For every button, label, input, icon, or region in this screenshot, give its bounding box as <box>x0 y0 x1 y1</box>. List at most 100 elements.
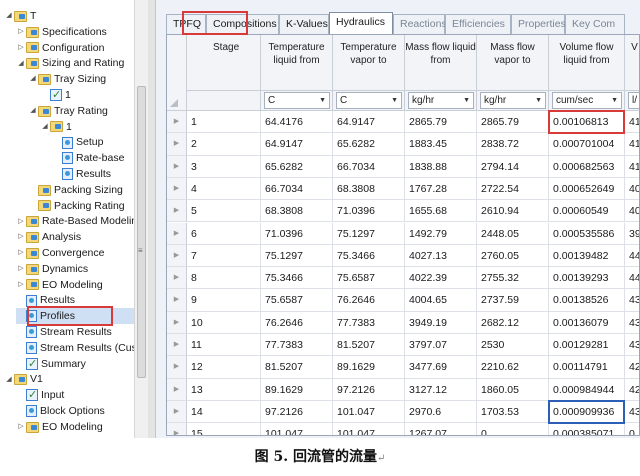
table-cell[interactable]: 1703.53 <box>477 400 549 424</box>
row-selector[interactable]: ▶ <box>167 133 187 156</box>
table-cell[interactable]: 2760.05 <box>477 244 549 268</box>
table-cell[interactable]: 3797.07 <box>405 334 477 357</box>
collapse-arrow-icon[interactable]: ◢ <box>4 8 14 24</box>
column-header[interactable]: V <box>625 35 639 91</box>
chevron-down-icon[interactable]: ▼ <box>463 93 470 108</box>
table-cell[interactable]: 2210.62 <box>477 356 549 379</box>
table-cell[interactable]: 4027.13 <box>405 244 477 268</box>
column-header[interactable]: Volume flow liquid from <box>549 35 625 91</box>
table-cell[interactable]: 75.6587 <box>261 289 333 312</box>
tab-hydraulics[interactable]: Hydraulics <box>329 12 393 34</box>
units-dropdown[interactable]: l/ <box>628 92 639 109</box>
tree-item[interactable]: Input <box>16 387 134 403</box>
column-header[interactable]: Mass flow liquid from <box>405 35 477 91</box>
units-dropdown[interactable]: cum/sec ▼ <box>552 92 622 109</box>
table-cell[interactable]: 1767.28 <box>405 177 477 201</box>
table-cell[interactable]: 68.3808 <box>261 200 333 223</box>
table-cell[interactable]: 2755.32 <box>477 267 549 290</box>
expand-arrow-icon[interactable]: ▷ <box>16 419 26 435</box>
tab-properties[interactable]: Properties <box>511 14 566 34</box>
table-cell[interactable]: 76.2646 <box>333 289 405 312</box>
units-dropdown[interactable]: C ▼ <box>336 92 402 109</box>
column-header[interactable]: Temperature vapor to <box>333 35 405 91</box>
table-cell[interactable]: 81.5207 <box>333 334 405 357</box>
table-cell[interactable]: 0.000682563 <box>549 155 625 178</box>
table-cell[interactable]: 1267.07 <box>405 423 477 435</box>
table-cell[interactable]: 2682.12 <box>477 311 549 334</box>
tree-item[interactable]: Results <box>52 166 134 182</box>
tree-item[interactable]: Stream Results (Cus <box>16 340 137 356</box>
expand-arrow-icon[interactable]: ▷ <box>16 40 26 56</box>
tab-efficiencies[interactable]: Efficiencies <box>445 14 511 34</box>
tree-item[interactable]: ◢ Tray Rating <box>28 103 134 119</box>
expand-arrow-icon[interactable]: ▷ <box>16 245 26 261</box>
units-dropdown[interactable]: kg/hr ▼ <box>408 92 474 109</box>
table-cell[interactable]: 0 <box>477 423 549 435</box>
collapse-arrow-icon[interactable]: ◢ <box>4 372 14 388</box>
tree-item[interactable]: Summary <box>16 356 134 372</box>
column-header[interactable]: Temperature liquid from <box>261 35 333 91</box>
collapse-arrow-icon[interactable]: ◢ <box>28 71 38 87</box>
pane-splitter[interactable] <box>148 0 156 438</box>
table-cell[interactable]: 2970.6 <box>405 400 477 424</box>
tree-item[interactable]: ▷ Configuration <box>16 40 134 56</box>
tree-item[interactable]: Setup <box>52 134 134 150</box>
table-cell[interactable]: 1883.45 <box>405 133 477 156</box>
table-cell[interactable]: 75.3466 <box>261 267 333 290</box>
row-selector[interactable]: ▶ <box>167 400 187 424</box>
row-selector[interactable]: ▶ <box>167 222 187 245</box>
tree-item[interactable]: ▷ Dynamics <box>16 261 134 277</box>
row-selector[interactable]: ▶ <box>167 111 187 134</box>
table-cell[interactable]: 3477.69 <box>405 356 477 379</box>
table-cell[interactable]: 75.3466 <box>333 244 405 268</box>
table-cell[interactable]: 64.9147 <box>261 133 333 156</box>
tree-item[interactable]: ▷ Specifications <box>16 24 134 40</box>
row-selector[interactable]: ▶ <box>167 177 187 201</box>
table-cell[interactable]: 0.00138526 <box>549 289 625 312</box>
table-cell[interactable]: 76.2646 <box>261 311 333 334</box>
tree-scrollbar[interactable]: ≡ <box>134 0 148 438</box>
tree-item[interactable]: ▷ EO Modeling <box>16 277 134 293</box>
column-header[interactable]: Mass flow vapor to <box>477 35 549 91</box>
table-cell[interactable]: 0.00060549 <box>549 200 625 223</box>
row-selector[interactable]: ▶ <box>167 155 187 178</box>
table-cell[interactable]: 2610.94 <box>477 200 549 223</box>
table-cell[interactable]: 1655.68 <box>405 200 477 223</box>
expand-arrow-icon[interactable]: ▷ <box>16 24 26 40</box>
table-cell[interactable]: 0.000701004 <box>549 133 625 156</box>
table-cell[interactable]: 0.000385071 <box>549 423 625 435</box>
units-dropdown[interactable]: C ▼ <box>264 92 330 109</box>
table-cell[interactable]: 101.047 <box>333 423 405 435</box>
tree-item[interactable]: ◢ T <box>4 8 134 24</box>
tree-item[interactable]: ▷ EO Modeling <box>16 419 134 435</box>
expand-arrow-icon[interactable]: ▷ <box>16 214 26 230</box>
table-cell[interactable]: 2530 <box>477 334 549 357</box>
tree-item[interactable]: ◢ Tray Sizing <box>28 71 134 87</box>
tree-item[interactable]: 1 <box>40 87 134 103</box>
table-cell[interactable]: 68.3808 <box>333 177 405 201</box>
table-cell[interactable]: 0.00129281 <box>549 334 625 357</box>
table-cell[interactable]: 65.6282 <box>261 155 333 178</box>
table-cell[interactable]: 75.1297 <box>333 222 405 245</box>
table-cell[interactable]: 0.00139293 <box>549 267 625 290</box>
row-selector[interactable]: ▶ <box>167 200 187 223</box>
row-selector[interactable]: ▶ <box>167 244 187 268</box>
tree-item[interactable]: Rate-base <box>52 150 134 166</box>
table-cell[interactable]: 71.0396 <box>333 200 405 223</box>
row-selector[interactable]: ▶ <box>167 334 187 357</box>
row-selector[interactable]: ▶ <box>167 378 187 401</box>
expand-arrow-icon[interactable]: ▷ <box>16 229 26 245</box>
table-cell[interactable]: 81.5207 <box>261 356 333 379</box>
tree-scrollbar-thumb[interactable] <box>137 86 146 378</box>
table-cell[interactable]: 3127.12 <box>405 378 477 401</box>
units-dropdown[interactable]: kg/hr ▼ <box>480 92 546 109</box>
table-cell[interactable]: 2794.14 <box>477 155 549 178</box>
table-cell[interactable]: 71.0396 <box>261 222 333 245</box>
expand-arrow-icon[interactable]: ▷ <box>16 277 26 293</box>
table-cell[interactable]: 101.047 <box>333 400 405 424</box>
row-selector[interactable]: ▶ <box>167 267 187 290</box>
tree-item[interactable]: ◢ Sizing and Rating <box>16 55 134 71</box>
table-cell[interactable]: 1492.79 <box>405 222 477 245</box>
select-all-corner[interactable] <box>167 35 187 111</box>
tree-item[interactable]: ▷ Analysis <box>16 229 134 245</box>
